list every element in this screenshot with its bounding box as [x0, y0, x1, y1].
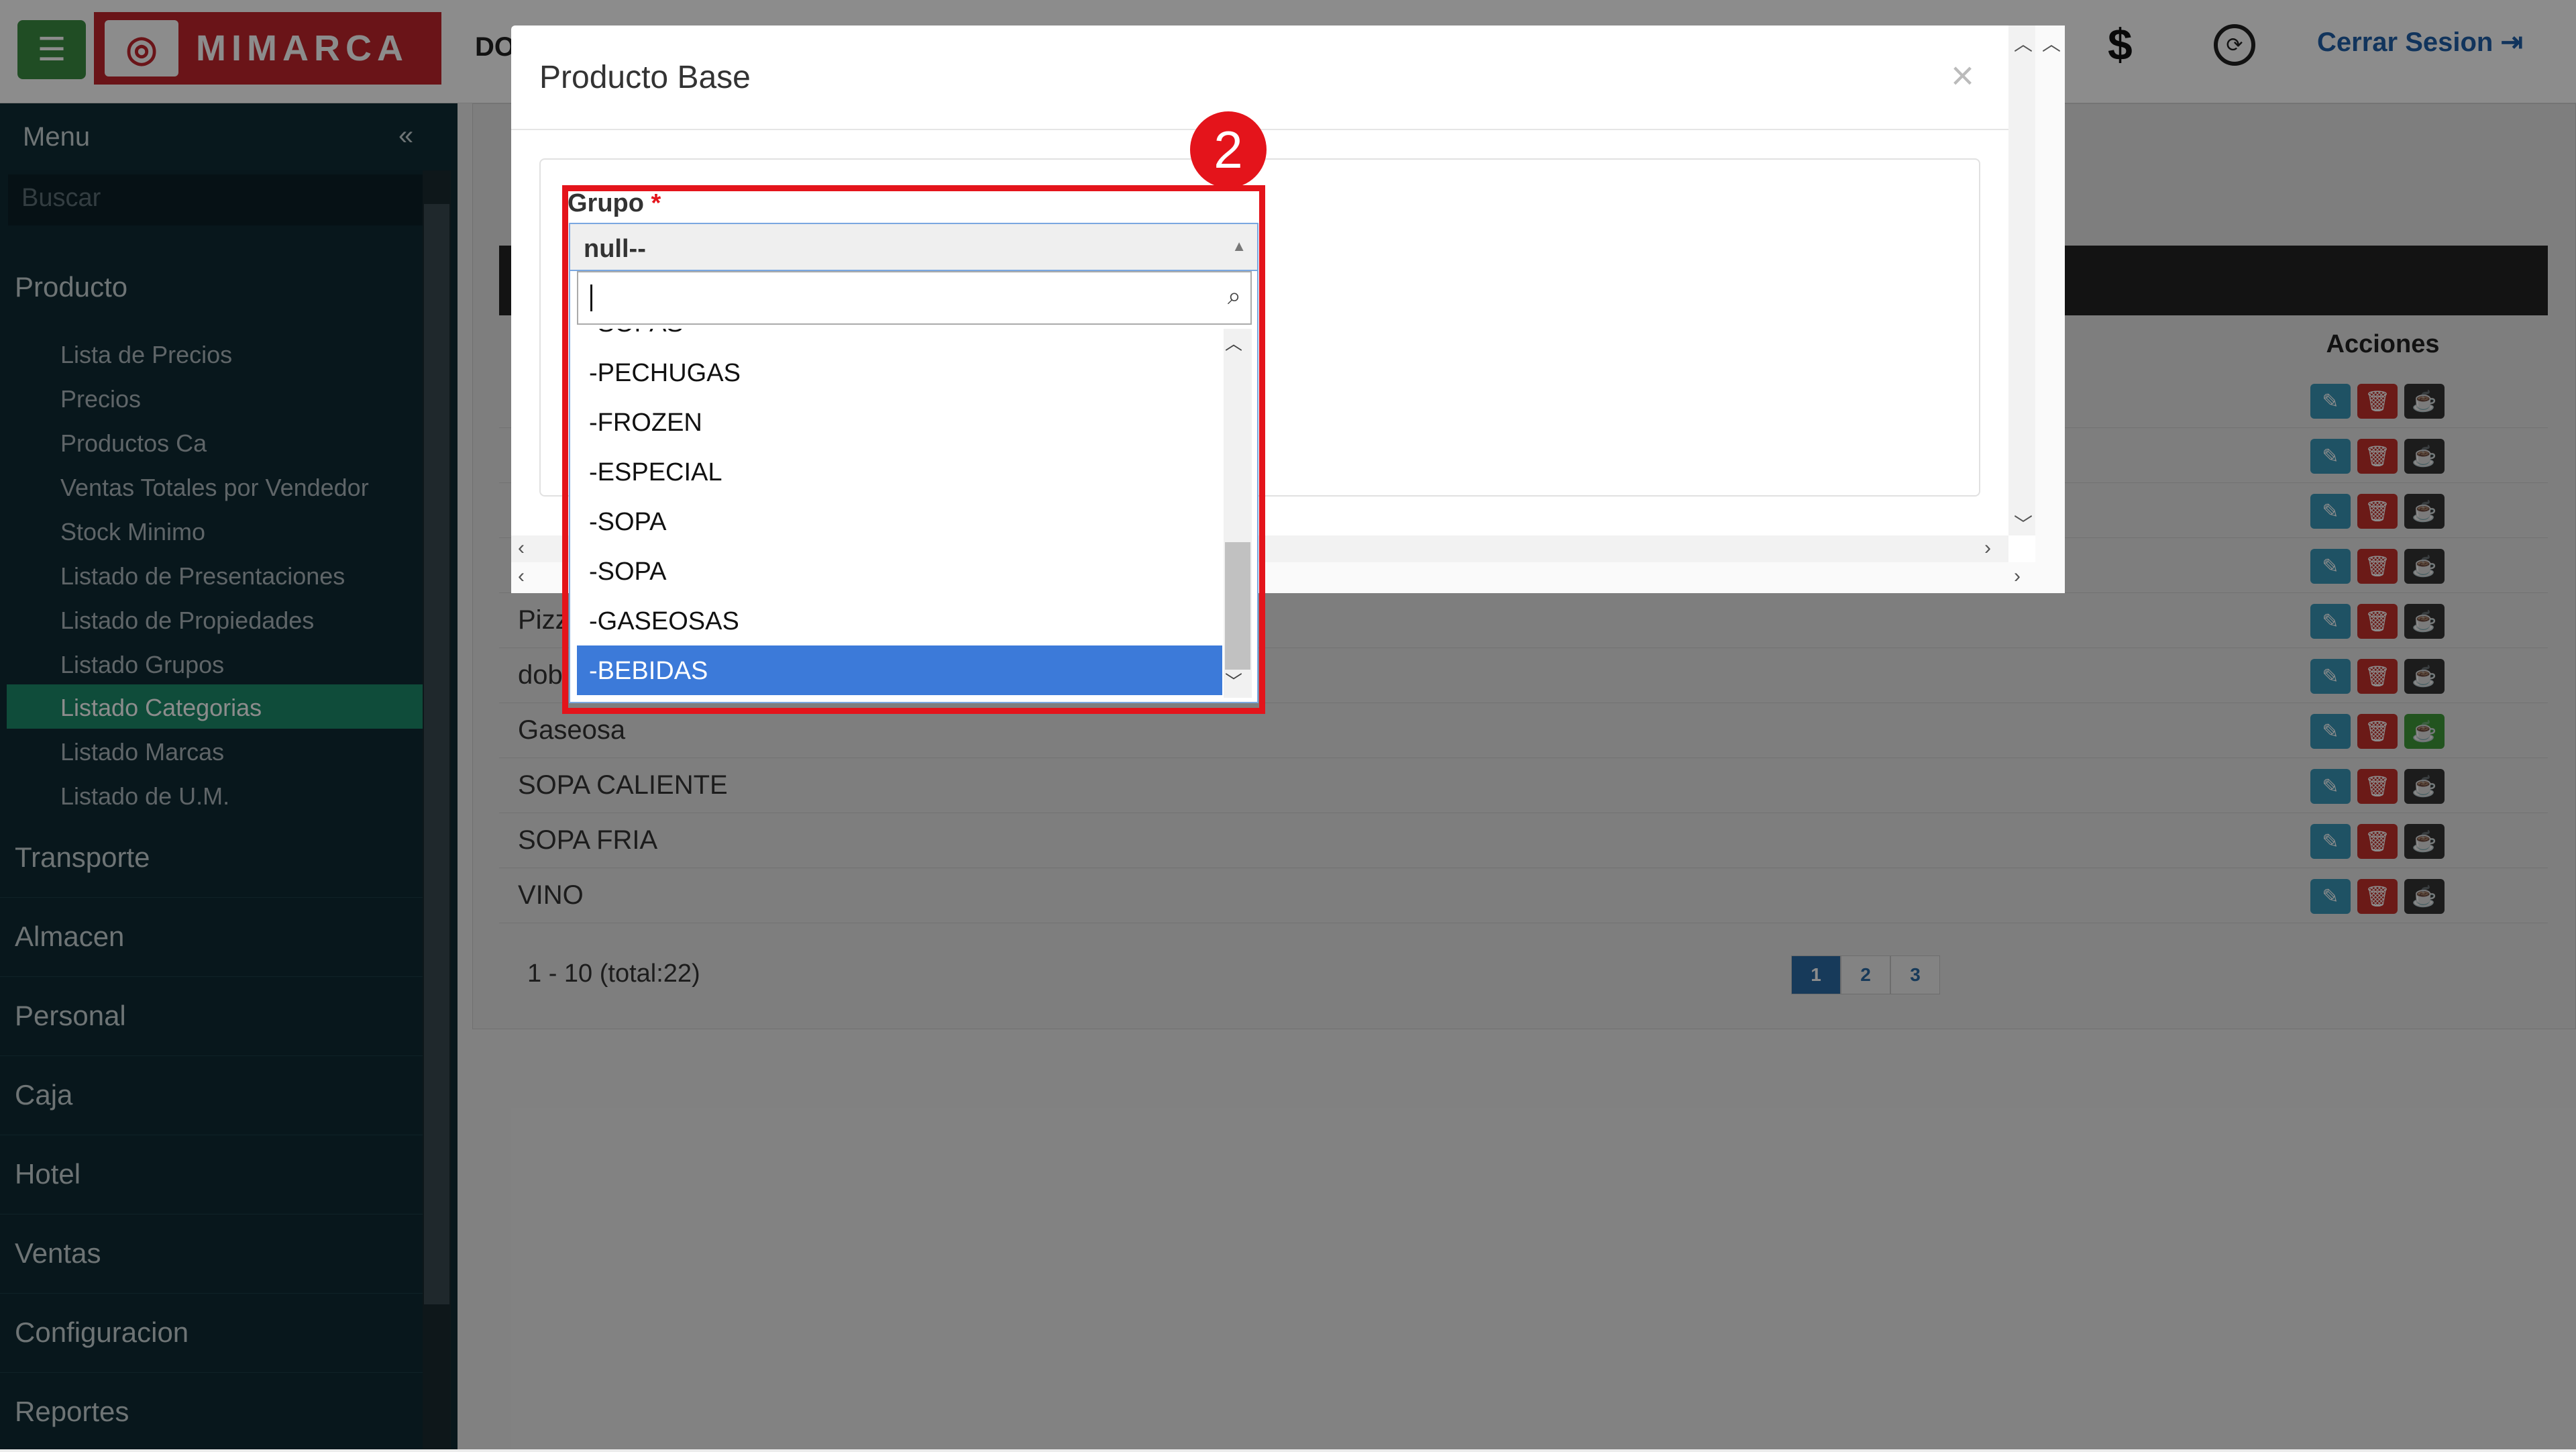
chevron-right-icon[interactable]: › [2014, 565, 2021, 588]
chevron-up-icon[interactable]: ︿ [2042, 30, 2061, 56]
chevron-left-icon[interactable]: ‹ [518, 537, 525, 560]
chevron-down-icon[interactable]: ﹀ [2014, 510, 2033, 537]
chevron-up-icon[interactable]: ︿ [2014, 30, 2033, 56]
page-vertical-scrollbar[interactable]: ︿ ﹀ [2035, 25, 2065, 594]
modal-title: Producto Base [539, 60, 751, 95]
step-number-badge: 2 [1190, 111, 1267, 188]
highlight-frame [562, 185, 1265, 714]
chevron-left-icon[interactable]: ‹ [518, 565, 525, 588]
chevron-right-icon[interactable]: › [1984, 537, 1991, 560]
close-icon[interactable]: × [1951, 52, 1974, 99]
modal-vertical-scrollbar[interactable]: ︿ ﹀ [2008, 25, 2035, 535]
